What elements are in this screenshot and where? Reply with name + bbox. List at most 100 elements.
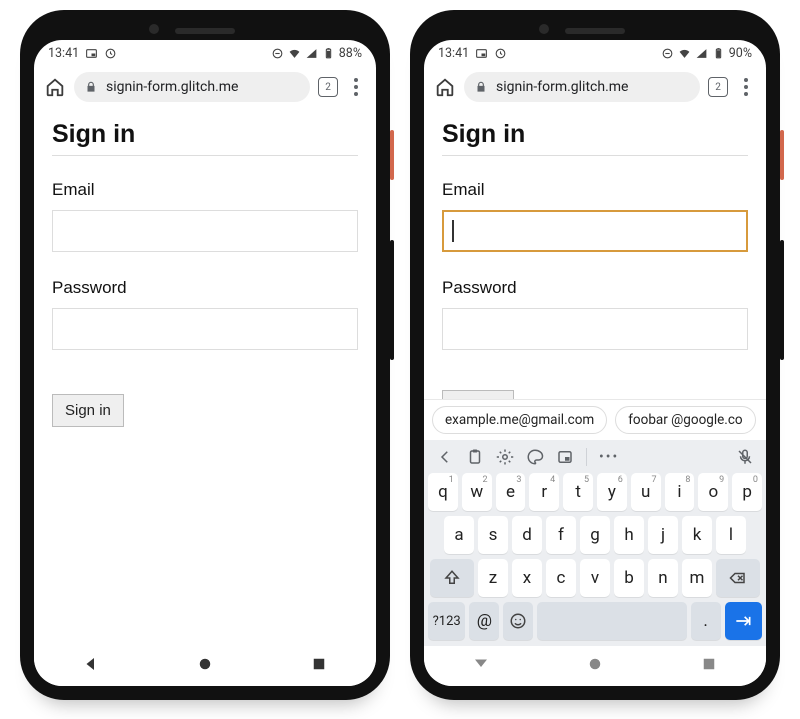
palette-icon[interactable] <box>526 448 544 466</box>
menu-icon[interactable] <box>346 78 366 96</box>
battery-icon <box>322 47 335 60</box>
email-input[interactable] <box>442 210 748 252</box>
password-input[interactable] <box>52 308 358 350</box>
key-n[interactable]: n <box>648 559 678 597</box>
key-y[interactable]: y6 <box>597 473 627 511</box>
keyboard-row-2: asdfghjkl <box>428 516 762 554</box>
docked-icon[interactable] <box>556 448 574 466</box>
key-u[interactable]: u7 <box>631 473 661 511</box>
power-button <box>780 130 784 180</box>
status-time: 13:41 <box>438 46 469 61</box>
signal-icon <box>695 47 708 60</box>
url-bar[interactable]: signin-form.glitch.me <box>74 72 310 102</box>
recents-icon[interactable] <box>310 655 328 677</box>
period-key[interactable]: . <box>691 602 721 640</box>
key-f[interactable]: f <box>546 516 576 554</box>
android-navbar <box>34 646 376 686</box>
speaker <box>565 28 625 34</box>
email-input[interactable] <box>52 210 358 252</box>
clock-icon <box>104 47 117 60</box>
key-w[interactable]: w2 <box>462 473 492 511</box>
page-title: Sign in <box>52 120 358 149</box>
password-label: Password <box>442 278 748 298</box>
gear-icon[interactable] <box>496 448 514 466</box>
pip-icon <box>475 47 488 60</box>
divider <box>52 155 358 156</box>
status-time: 13:41 <box>48 46 79 61</box>
volume-button <box>390 240 394 360</box>
browser-toolbar: signin-form.glitch.me 2 <box>424 66 766 108</box>
key-b[interactable]: b <box>614 559 644 597</box>
key-j[interactable]: j <box>648 516 678 554</box>
suggestion-chip[interactable]: foobar @google.co <box>615 406 755 434</box>
power-button <box>390 130 394 180</box>
home-icon[interactable] <box>44 76 66 98</box>
pip-icon <box>85 47 98 60</box>
phone-right: 13:41 90% signin-form.glitch.me 2 Sign i <box>410 10 780 700</box>
front-camera <box>539 24 549 34</box>
key-s[interactable]: s <box>478 516 508 554</box>
android-navbar <box>424 646 766 686</box>
key-o[interactable]: o9 <box>698 473 728 511</box>
key-k[interactable]: k <box>682 516 712 554</box>
status-bar: 13:41 88% <box>34 40 376 66</box>
home-nav-icon[interactable] <box>196 655 214 677</box>
signal-icon <box>305 47 318 60</box>
autofill-suggestions: example.me@gmail.com foobar @google.co <box>424 399 766 440</box>
page-title: Sign in <box>442 120 748 149</box>
suggestion-chip[interactable]: example.me@gmail.com <box>432 406 607 434</box>
key-e[interactable]: e3 <box>496 473 526 511</box>
shift-key[interactable] <box>430 559 474 597</box>
keyboard-row-4: ?123 @ . <box>428 602 762 640</box>
key-z[interactable]: z <box>478 559 508 597</box>
key-h[interactable]: h <box>614 516 644 554</box>
backspace-key[interactable] <box>716 559 760 597</box>
home-nav-icon[interactable] <box>586 655 604 677</box>
key-l[interactable]: l <box>716 516 746 554</box>
home-icon[interactable] <box>434 76 456 98</box>
clipboard-icon[interactable] <box>466 448 484 466</box>
chevron-left-icon[interactable] <box>436 448 454 466</box>
key-q[interactable]: q1 <box>428 473 458 511</box>
wifi-icon <box>288 47 301 60</box>
tab-switcher[interactable]: 2 <box>318 77 338 97</box>
key-t[interactable]: t5 <box>563 473 593 511</box>
front-camera <box>149 24 159 34</box>
keyboard-overlay: example.me@gmail.com foobar @google.co •… <box>424 399 766 646</box>
soft-keyboard: ••• q1w2e3r4t5y6u7i8o9p0 asdfghjkl zxcvb… <box>424 440 766 646</box>
back-icon[interactable] <box>82 655 100 677</box>
key-x[interactable]: x <box>512 559 542 597</box>
email-label: Email <box>442 180 748 200</box>
more-icon[interactable]: ••• <box>599 449 619 465</box>
url-text: signin-form.glitch.me <box>496 79 628 95</box>
recents-icon[interactable] <box>700 655 718 677</box>
key-i[interactable]: i8 <box>665 473 695 511</box>
battery-icon <box>712 47 725 60</box>
key-c[interactable]: c <box>546 559 576 597</box>
key-a[interactable]: a <box>444 516 474 554</box>
menu-icon[interactable] <box>736 78 756 96</box>
submit-button[interactable]: Sign in <box>52 394 124 427</box>
keyboard-toolbar: ••• <box>428 444 762 468</box>
key-r[interactable]: r4 <box>529 473 559 511</box>
key-m[interactable]: m <box>682 559 712 597</box>
email-label: Email <box>52 180 358 200</box>
url-bar[interactable]: signin-form.glitch.me <box>464 72 700 102</box>
at-key[interactable]: @ <box>469 602 499 640</box>
space-key[interactable] <box>537 602 686 640</box>
back-icon[interactable] <box>472 655 490 677</box>
enter-key[interactable] <box>725 602 762 640</box>
tab-switcher[interactable]: 2 <box>708 77 728 97</box>
symbols-key[interactable]: ?123 <box>428 602 465 640</box>
dnd-icon <box>271 47 284 60</box>
key-p[interactable]: p0 <box>732 473 762 511</box>
lock-icon <box>84 80 98 94</box>
password-input[interactable] <box>442 308 748 350</box>
dnd-icon <box>661 47 674 60</box>
key-v[interactable]: v <box>580 559 610 597</box>
mic-off-icon[interactable] <box>736 448 754 466</box>
key-d[interactable]: d <box>512 516 542 554</box>
emoji-key[interactable] <box>503 602 533 640</box>
page-content: Sign in Email Password Sign in <box>34 108 376 646</box>
key-g[interactable]: g <box>580 516 610 554</box>
